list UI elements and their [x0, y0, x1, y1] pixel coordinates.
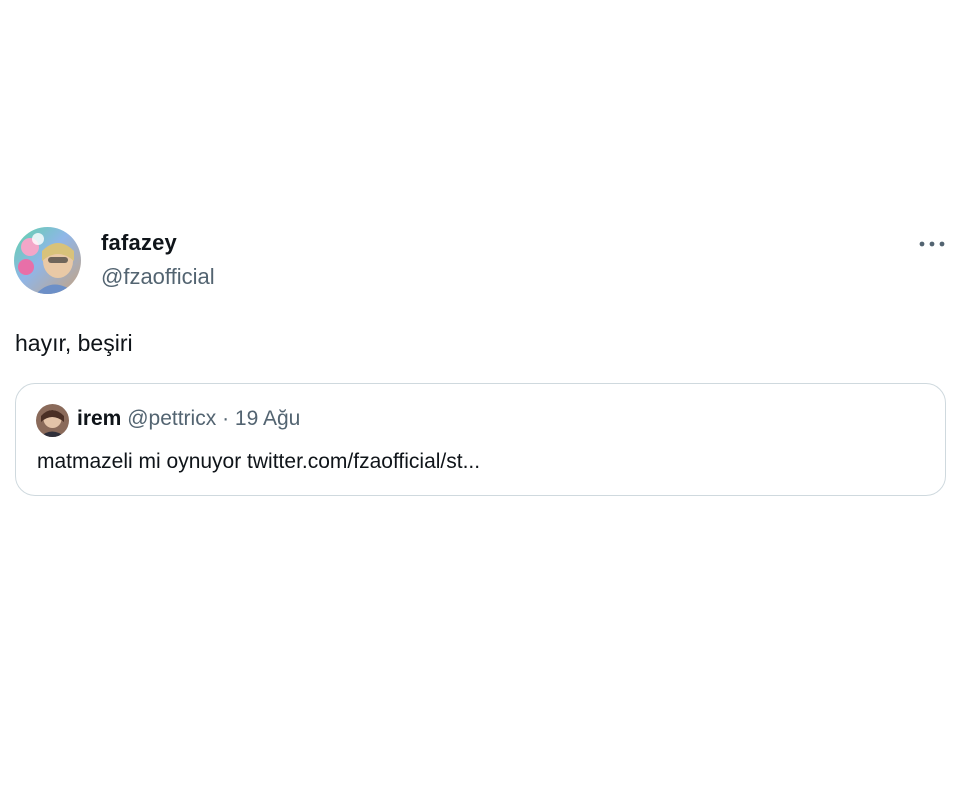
author-handle[interactable]: @fzaofficial [101, 264, 215, 290]
quoted-author-handle[interactable]: @pettricx [127, 407, 216, 430]
quoted-author-display-name[interactable]: irem [77, 407, 121, 430]
author-display-name[interactable]: fafazey [101, 230, 177, 256]
tweet: fafazey @fzaofficial hayır, beşiri irem … [0, 0, 960, 797]
quoted-author-avatar[interactable] [36, 404, 69, 437]
quoted-tweet-date[interactable]: 19 Ağu [235, 407, 300, 430]
tweet-text: hayır, beşiri [15, 330, 133, 356]
author-avatar[interactable] [14, 227, 81, 294]
quoted-tweet-header: irem @pettricx · 19 Ağu [77, 407, 300, 431]
more-horizontal-icon [919, 241, 945, 247]
quoted-tweet-card[interactable]: irem @pettricx · 19 Ağu matmazeli mi oyn… [15, 383, 946, 496]
quoted-author-avatar-image [36, 404, 69, 437]
separator-dot: · [222, 407, 230, 430]
more-options-button[interactable] [914, 232, 950, 256]
quoted-tweet-text: matmazeli mi oynuyor twitter.com/fzaoffi… [37, 450, 481, 473]
author-avatar-image [14, 227, 81, 294]
